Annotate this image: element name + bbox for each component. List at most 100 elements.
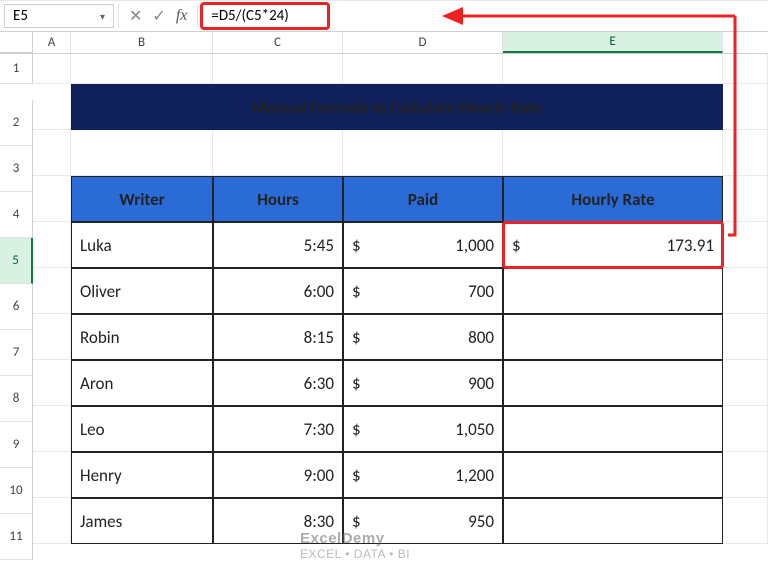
cell-rate[interactable]: [503, 498, 723, 544]
cell-hours[interactable]: 6:00: [213, 268, 343, 314]
cell[interactable]: [723, 314, 768, 360]
currency-symbol: $: [352, 511, 361, 532]
paid-value: 1,000: [455, 235, 494, 256]
cancel-icon[interactable]: ✕: [129, 6, 142, 26]
cell-paid[interactable]: $800: [343, 314, 503, 360]
row-header-6[interactable]: 6: [0, 284, 33, 330]
cell-rate[interactable]: $173.91: [503, 222, 723, 268]
header-hours[interactable]: Hours: [213, 176, 343, 222]
cell-writer[interactable]: Henry: [71, 452, 213, 498]
row-header-8[interactable]: 8: [0, 376, 33, 422]
formula-bar-buttons: ✕ ✓ fx: [118, 4, 198, 28]
currency-symbol: $: [352, 419, 361, 440]
paid-value: 900: [468, 373, 494, 394]
row-header-1[interactable]: 1: [0, 54, 33, 84]
select-all-cell[interactable]: [0, 32, 33, 53]
col-header-b[interactable]: B: [71, 32, 213, 53]
cell-writer[interactable]: Robin: [71, 314, 213, 360]
formula-bar: E5 ▾ ✕ ✓ fx =D5/(C5*24): [0, 0, 768, 32]
currency-symbol: $: [352, 465, 361, 486]
cell-hours[interactable]: 8:15: [213, 314, 343, 360]
col-header-e[interactable]: E: [503, 32, 723, 53]
col-header-c[interactable]: C: [213, 32, 343, 53]
cell[interactable]: [723, 84, 768, 130]
cell[interactable]: [33, 452, 71, 498]
cell-paid[interactable]: $700: [343, 268, 503, 314]
cell-hours[interactable]: 6:30: [213, 360, 343, 406]
row-header-3[interactable]: 3: [0, 146, 33, 192]
cell[interactable]: [343, 54, 503, 84]
cell-rate[interactable]: [503, 360, 723, 406]
cell-paid[interactable]: $1,200: [343, 452, 503, 498]
cell[interactable]: [723, 222, 768, 268]
cell[interactable]: [503, 54, 723, 84]
cell-rate[interactable]: [503, 406, 723, 452]
cell-paid[interactable]: $900: [343, 360, 503, 406]
cell-writer[interactable]: Oliver: [71, 268, 213, 314]
cell-paid[interactable]: $1,000: [343, 222, 503, 268]
spreadsheet-grid[interactable]: Manual Formula to Calculate Hourly Rate …: [33, 54, 768, 560]
header-paid[interactable]: Paid: [343, 176, 503, 222]
fx-icon[interactable]: fx: [176, 7, 188, 25]
cell[interactable]: [33, 54, 71, 84]
watermark: ExcelDemy EXCEL • DATA • BI: [300, 530, 410, 561]
rate-value: 173.91: [667, 235, 714, 256]
cell[interactable]: [503, 130, 723, 176]
cell-rate[interactable]: [503, 452, 723, 498]
cell[interactable]: [33, 406, 71, 452]
cell[interactable]: [723, 406, 768, 452]
paid-value: 950: [468, 511, 494, 532]
cell[interactable]: [723, 452, 768, 498]
cell[interactable]: [723, 498, 768, 544]
row-header-5[interactable]: 5: [0, 238, 33, 284]
cell[interactable]: [71, 130, 213, 176]
cell[interactable]: [33, 498, 71, 544]
watermark-brand: ExcelDemy: [300, 530, 385, 547]
cell-rate[interactable]: [503, 314, 723, 360]
cell[interactable]: [213, 54, 343, 84]
cell[interactable]: [343, 130, 503, 176]
cell[interactable]: [33, 360, 71, 406]
cell[interactable]: [33, 222, 71, 268]
cell[interactable]: [723, 130, 768, 176]
cell-paid[interactable]: $1,050: [343, 406, 503, 452]
currency-symbol: $: [512, 235, 521, 256]
cell[interactable]: [33, 84, 71, 130]
row-headers: 1 2 3 4 5 6 7 8 9 10 11: [0, 54, 33, 560]
formula-input[interactable]: =D5/(C5*24): [200, 2, 330, 30]
cell[interactable]: [723, 268, 768, 314]
cell-hours[interactable]: 5:45: [213, 222, 343, 268]
row-header-2[interactable]: 2: [0, 100, 33, 146]
row-header-4[interactable]: 4: [0, 192, 33, 238]
cell-writer[interactable]: Aron: [71, 360, 213, 406]
cell[interactable]: [213, 130, 343, 176]
row-header-11[interactable]: 11: [0, 514, 33, 560]
name-box-value: E5: [13, 7, 28, 25]
row-header-9[interactable]: 9: [0, 422, 33, 468]
row-header-7[interactable]: 7: [0, 330, 33, 376]
cell-hours[interactable]: 7:30: [213, 406, 343, 452]
cell-rate[interactable]: [503, 268, 723, 314]
cell[interactable]: [723, 54, 768, 84]
cell-writer[interactable]: James: [71, 498, 213, 544]
cell[interactable]: [71, 54, 213, 84]
col-header-d[interactable]: D: [343, 32, 503, 53]
cell[interactable]: [33, 268, 71, 314]
cell[interactable]: [723, 176, 768, 222]
col-header-a[interactable]: A: [33, 32, 71, 53]
title-cell[interactable]: Manual Formula to Calculate Hourly Rate: [71, 84, 723, 130]
cell-writer[interactable]: Luka: [71, 222, 213, 268]
cell-hours[interactable]: 9:00: [213, 452, 343, 498]
header-writer[interactable]: Writer: [71, 176, 213, 222]
cell[interactable]: [723, 360, 768, 406]
cell-writer[interactable]: Leo: [71, 406, 213, 452]
cell[interactable]: [33, 130, 71, 176]
cell[interactable]: [33, 314, 71, 360]
currency-symbol: $: [352, 327, 361, 348]
enter-icon[interactable]: ✓: [152, 6, 165, 26]
row-header-10[interactable]: 10: [0, 468, 33, 514]
cell[interactable]: [33, 176, 71, 222]
chevron-down-icon[interactable]: ▾: [100, 10, 105, 23]
header-rate[interactable]: Hourly Rate: [503, 176, 723, 222]
name-box[interactable]: E5 ▾: [4, 4, 114, 28]
